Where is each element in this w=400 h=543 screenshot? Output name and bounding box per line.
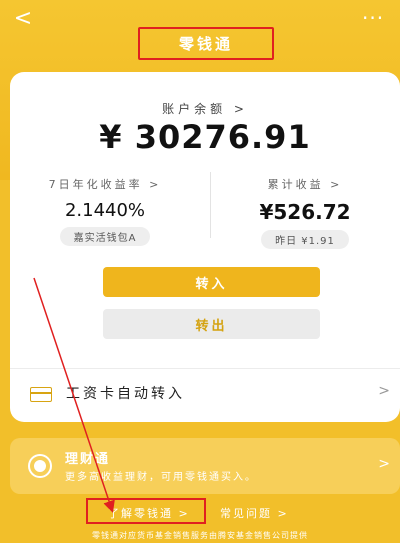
yield-value: 2.1440% — [64, 200, 146, 221]
page-title-highlight: 零钱通 — [138, 27, 274, 60]
page-title: 零钱通 — [178, 35, 233, 53]
earnings-value: ¥526.72 — [259, 200, 351, 224]
chevron-right-icon: > — [378, 383, 390, 399]
bank-card-icon — [30, 387, 52, 402]
transfer-out-button[interactable]: 转出 — [103, 309, 320, 339]
chevron-right-icon: > — [378, 456, 390, 472]
more-options-button[interactable]: ··· — [362, 8, 392, 28]
transfer-in-button[interactable]: 转入 — [103, 267, 320, 297]
yield-label: 7日年化收益率 > — [48, 178, 162, 191]
yield-section[interactable]: 7日年化收益率 > 2.1440% 嘉实活钱包A — [10, 176, 200, 246]
auto-transfer-row[interactable]: 工资卡自动转入 > — [10, 377, 400, 413]
wealth-promo-banner[interactable]: 理财通 更多高收益理财，可用零钱通买入。 > — [10, 438, 400, 494]
promo-subtitle: 更多高收益理财，可用零钱通买入。 — [65, 472, 257, 483]
back-button[interactable]: < — [10, 6, 36, 32]
auto-transfer-label: 工资卡自动转入 — [66, 386, 185, 402]
balance-card: 账户余额 > ¥ 30276.91 7日年化收益率 > 2.1440% 嘉实活钱… — [10, 72, 400, 422]
earnings-section[interactable]: 累计收益 > ¥526.72 昨日 ¥1.91 — [210, 176, 400, 249]
section-divider — [10, 368, 400, 369]
promo-title: 理财通 — [65, 452, 111, 467]
footer-disclaimer: 零钱通对应货币基金销售服务由腾安基金销售公司提供 — [92, 531, 308, 540]
balance-value: ¥ 30276.91 — [99, 118, 311, 156]
earnings-label: 累计收益 > — [267, 178, 343, 191]
yesterday-earnings-badge: 昨日 ¥1.91 — [261, 230, 349, 249]
learn-more-link[interactable]: 了解零钱通 > — [108, 505, 190, 521]
fund-name-badge: 嘉实活钱包A — [59, 227, 151, 246]
balance-label-link[interactable]: 账户余额 > — [10, 100, 400, 117]
wealth-logo-icon — [30, 456, 50, 476]
faq-link[interactable]: 常见问题 > — [220, 505, 289, 521]
